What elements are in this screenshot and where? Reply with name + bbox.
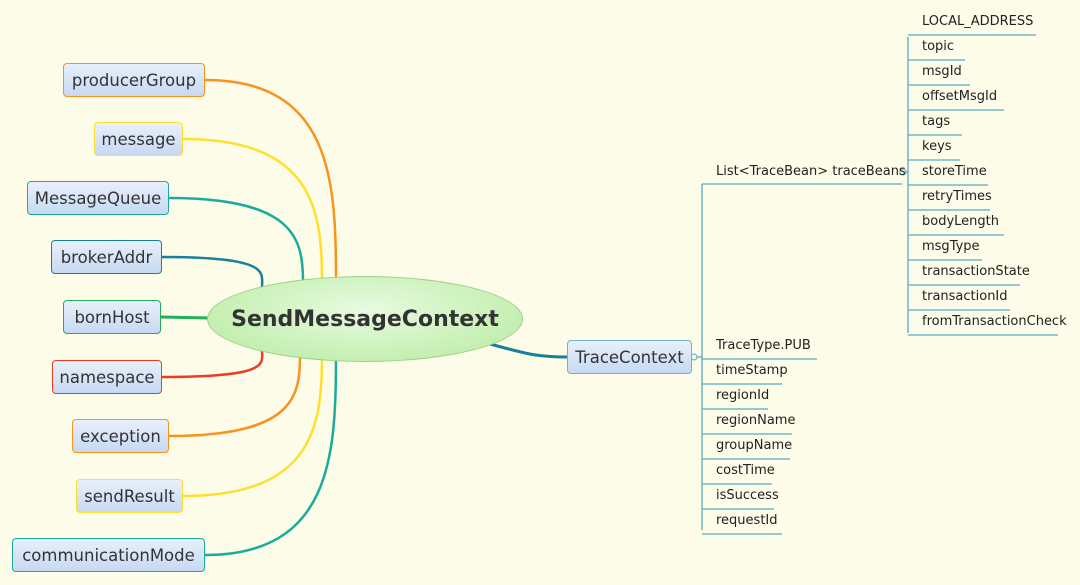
node-exception[interactable]: exception [72, 419, 169, 453]
node-messagequeue[interactable]: MessageQueue [27, 181, 169, 215]
trace-context-field[interactable]: regionId [716, 388, 769, 403]
trace-context-field[interactable]: isSuccess [716, 488, 779, 503]
trace-bean-field[interactable]: bodyLength [922, 214, 999, 229]
trace-context-field[interactable]: groupName [716, 438, 792, 453]
trace-bean-field[interactable]: tags [922, 114, 950, 129]
trace-context-field[interactable]: TraceType.PUB [716, 338, 811, 353]
trace-beans-node[interactable]: List<TraceBean> traceBeans [716, 164, 906, 179]
node-message[interactable]: message [94, 122, 183, 156]
trace-bean-field[interactable]: storeTime [922, 164, 987, 179]
trace-context-field[interactable]: costTime [716, 463, 775, 478]
connector-namespace [161, 349, 264, 379]
trace-bean-field[interactable]: msgType [922, 239, 980, 254]
trace-context-node[interactable]: TraceContext [567, 340, 692, 374]
mind-map: SendMessageContext producerGroup message M… [0, 0, 1080, 585]
trace-context-field[interactable]: regionName [716, 413, 795, 428]
connector-bornhost [160, 315, 211, 320]
trace-bean-field[interactable]: LOCAL_ADDRESS [922, 14, 1033, 29]
connector-messagequeue [168, 196, 305, 283]
node-namespace[interactable]: namespace [52, 360, 162, 394]
trace-bean-field[interactable]: topic [922, 39, 954, 54]
trace-bean-field[interactable]: offsetMsgId [922, 89, 997, 104]
trace-bean-field[interactable]: retryTimes [922, 189, 992, 204]
root-node[interactable]: SendMessageContext [207, 276, 523, 362]
connector-exception [168, 355, 302, 438]
node-sendresult[interactable]: sendResult [76, 479, 183, 513]
connector-producergroup [204, 78, 338, 279]
trace-context-field[interactable]: timeStamp [716, 363, 788, 378]
trace-bean-field[interactable]: keys [922, 139, 952, 154]
node-producergroup[interactable]: producerGroup [63, 63, 205, 97]
node-communicationmode[interactable]: communicationMode [12, 538, 205, 572]
connector-communicationmode [204, 357, 338, 557]
connector-trace-context [489, 342, 568, 359]
node-brokeraddr[interactable]: brokerAddr [51, 240, 162, 274]
trace-bean-field[interactable]: transactionState [922, 264, 1030, 279]
trace-context-field[interactable]: requestId [716, 513, 778, 528]
trace-bean-field[interactable]: transactionId [922, 289, 1008, 304]
connector-brokeraddr [161, 255, 264, 289]
trace-bean-field[interactable]: msgId [922, 64, 962, 79]
trace-bean-field[interactable]: fromTransactionCheck [922, 314, 1067, 329]
node-bornhost[interactable]: bornHost [63, 300, 161, 334]
